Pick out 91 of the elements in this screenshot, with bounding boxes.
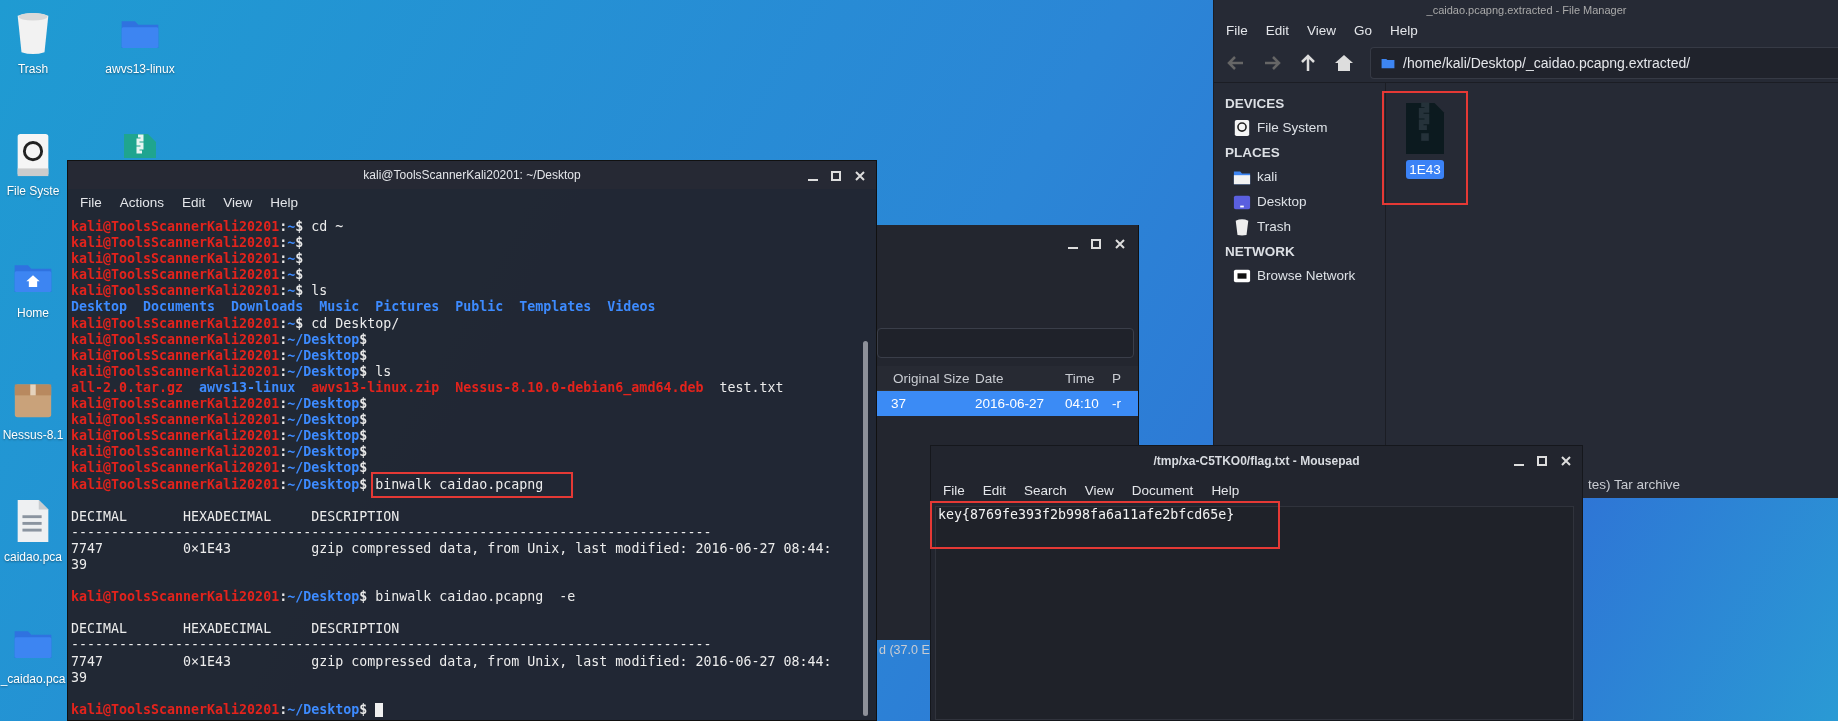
zip-file-icon <box>1404 101 1446 156</box>
table-cell-text: 37 <box>890 396 908 411</box>
close-icon <box>1560 455 1572 467</box>
menu-item[interactable]: Search <box>1024 482 1067 498</box>
prompt-text: kali@ToolsScannerKali20201:~/Desktop$ <box>71 701 368 718</box>
output-text: 7747 0×1E43 gzip compressed data, from Unix, last modified: 2016-06-27 08:44: <box>71 653 832 670</box>
output-text: 7747 0×1E43 gzip compressed data, from Unix, last modified: 2016-06-27 08:44: <box>71 540 832 557</box>
command-text: binwalk caidao.pcapng -e <box>375 589 576 606</box>
output-text: all-2.0.tar.gz awvs13-linux awvs13-linux.zip Nessus-8.10.0-debian6_amd64.deb test.txt <box>71 379 785 396</box>
section-heading: DEVICES <box>1225 94 1286 113</box>
trash-icon <box>1233 217 1251 236</box>
sidebar-item[interactable]: File System <box>1257 120 1328 135</box>
section-heading: PLACES <box>1225 143 1281 162</box>
minimize-icon <box>1514 464 1524 466</box>
prompt-text: kali@ToolsScannerKali20201:~/Desktop$ <box>71 476 368 493</box>
prompt-text: kali@ToolsScannerKali20201:~/Desktop$ <box>71 331 368 348</box>
menu-item[interactable]: Edit <box>1265 22 1290 38</box>
path-field[interactable]: /home/kali/Desktop/_caidao.pcapng.extracted/ <box>1370 47 1838 79</box>
output-text: DECIMAL HEXADECIMAL DESCRIPTION <box>71 508 400 525</box>
command-text: cd ~ <box>311 219 344 236</box>
column-header[interactable]: P <box>1112 370 1138 386</box>
status-text: d (37.0 E <box>878 643 930 657</box>
menu-item[interactable]: Actions <box>119 194 165 210</box>
prompt-text: kali@ToolsScannerKali20201:~$ <box>71 283 304 300</box>
close-icon <box>854 170 866 182</box>
menu-item[interactable]: Help <box>1211 482 1240 498</box>
file-name[interactable]: 1E43 <box>1406 160 1444 179</box>
editor-text: key{8769fe393f2b998fa6a11afe2bfcd65e} <box>930 501 1280 549</box>
prompt-text: kali@ToolsScannerKali20201:~$ <box>71 219 304 235</box>
column-header[interactable]: Date <box>975 370 1065 386</box>
command-text: ls <box>375 363 392 380</box>
menu-item[interactable]: Help <box>1390 22 1418 38</box>
menu-item[interactable]: File <box>80 194 102 210</box>
window-title: kali@ToolsScannerKali20201: ~/Desktop <box>363 168 581 182</box>
menu-item[interactable]: Go <box>1354 22 1373 38</box>
table-cell-text: 04:10 <box>1065 396 1100 411</box>
sidebar-item[interactable]: Browse Network <box>1257 268 1356 283</box>
output-text: 39 <box>71 669 87 686</box>
prompt-text: kali@ToolsScannerKali20201:~/Desktop$ <box>71 428 368 444</box>
column-header[interactable]: Time <box>1065 370 1112 386</box>
sidebar-item[interactable]: Trash <box>1257 219 1291 234</box>
output-text: DECIMAL HEXADECIMAL DESCRIPTION <box>71 621 400 638</box>
sidebar-item[interactable]: kali <box>1257 169 1278 184</box>
prompt-text: kali@ToolsScannerKali20201:~$ <box>71 251 304 267</box>
path-text: /home/kali/Desktop/_caidao.pcapng.extracted/ <box>1403 55 1691 71</box>
table-cell-text: -r <box>1112 396 1122 411</box>
menu-item[interactable]: File <box>1226 22 1248 38</box>
prompt-text: kali@ToolsScannerKali20201:~/Desktop$ <box>71 444 368 460</box>
maximize-icon <box>830 170 842 182</box>
output-text: -------------------------------------------------------------------------------- <box>71 524 712 541</box>
maximize-icon <box>1090 238 1102 250</box>
output-text: 39 <box>71 556 87 574</box>
output-text: -------------------------------------------------------------------------------- <box>71 637 712 654</box>
scrollbar[interactable] <box>863 341 868 716</box>
menu-item[interactable]: Document <box>1131 482 1194 498</box>
prompt-text: kali@ToolsScannerKali20201:~/Desktop$ <box>71 396 368 412</box>
prompt-text: kali@ToolsScannerKali20201:~/Desktop$ <box>71 363 368 380</box>
minimize-icon <box>808 179 818 181</box>
drive-icon <box>1233 118 1251 137</box>
zip-file-icon <box>124 134 156 158</box>
folder-icon <box>1381 57 1395 69</box>
prompt-text: kali@ToolsScannerKali20201:~$ <box>71 267 304 283</box>
maximize-icon <box>1536 455 1548 467</box>
output-text: Desktop Documents Downloads Music Pictures Public Templates Videos <box>71 299 657 316</box>
menu-item[interactable]: Help <box>270 194 299 210</box>
minimize-icon <box>1068 247 1078 249</box>
status-text: tes) Tar archive <box>1588 476 1681 492</box>
home-icon <box>1334 53 1354 73</box>
prompt-text: kali@ToolsScannerKali20201:~/Desktop$ <box>71 412 368 428</box>
menu-item[interactable]: File <box>943 482 965 498</box>
table-cell-text: 2016-06-27 <box>975 396 1046 411</box>
location-field[interactable] <box>877 328 1134 358</box>
column-header[interactable]: Original Size <box>877 370 975 386</box>
sidebar-item[interactable]: Desktop <box>1257 194 1307 209</box>
menu-item[interactable]: Edit <box>182 194 206 210</box>
command-text: ls <box>311 283 328 299</box>
prompt-text: kali@ToolsScannerKali20201:~$ <box>71 315 304 332</box>
section-heading: NETWORK <box>1225 242 1296 261</box>
command-text: cd Desktop/ <box>311 315 400 332</box>
window-title: _caidao.pcapng.extracted - File Manager <box>1426 4 1627 16</box>
prompt-text: kali@ToolsScannerKali20201:~/Desktop$ <box>71 460 368 477</box>
prompt-text: kali@ToolsScannerKali20201:~/Desktop$ <box>71 589 368 606</box>
prompt-text: kali@ToolsScannerKali20201:~/Desktop$ <box>71 347 368 364</box>
menu-item[interactable]: View <box>1084 482 1114 498</box>
prompt-text: kali@ToolsScannerKali20201:~$ <box>71 235 304 251</box>
menu-item[interactable]: View <box>1307 22 1337 38</box>
command-text: binwalk caidao.pcapng <box>373 473 572 496</box>
close-icon <box>1114 238 1126 250</box>
menu-item[interactable]: Edit <box>982 482 1007 498</box>
menu-item[interactable]: View <box>223 194 253 210</box>
window-title: /tmp/xa-C5TKO0/flag.txt - Mousepad <box>1153 454 1360 468</box>
